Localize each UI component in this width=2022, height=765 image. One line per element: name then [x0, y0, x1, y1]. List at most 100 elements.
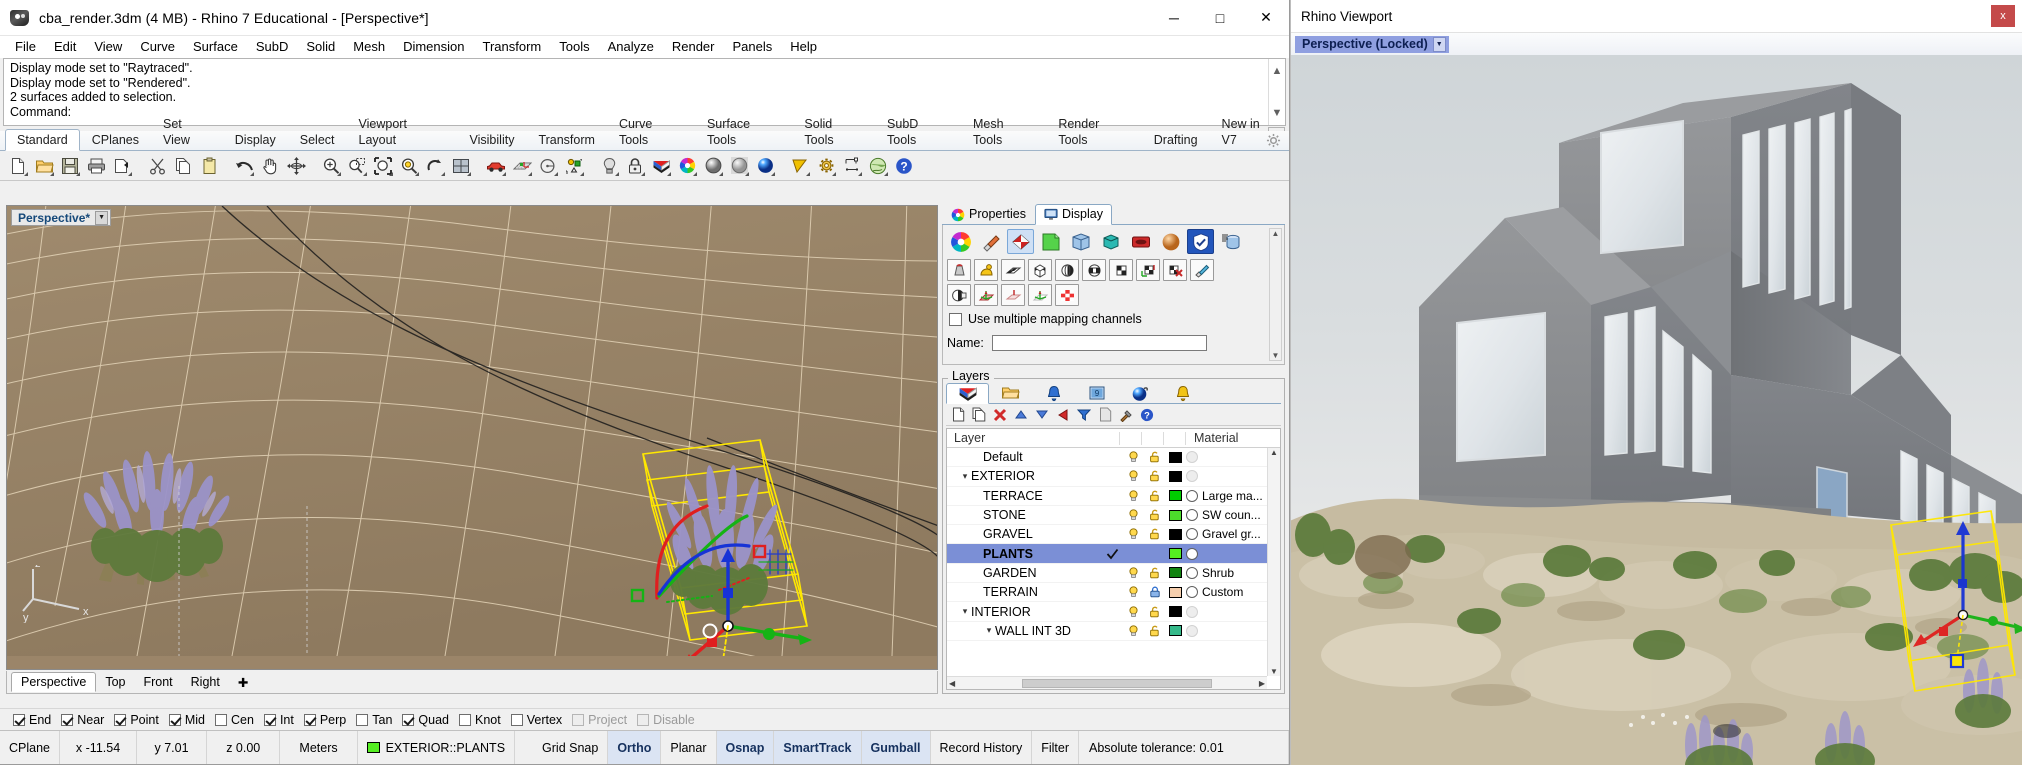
undo-icon[interactable]: [232, 154, 256, 178]
menu-render[interactable]: Render: [663, 37, 724, 57]
lock-icon[interactable]: [623, 154, 647, 178]
layer-row-garden[interactable]: GARDENShrub: [947, 564, 1280, 583]
color-wheel-icon[interactable]: [675, 154, 699, 178]
menu-tools[interactable]: Tools: [550, 37, 598, 57]
car-icon[interactable]: [484, 154, 508, 178]
mapping-surface-icon[interactable]: [974, 259, 998, 281]
filter-icon[interactable]: [1075, 406, 1093, 424]
scroll-down-icon[interactable]: ▼: [1272, 351, 1280, 360]
osnap-checkbox[interactable]: [13, 714, 25, 726]
toggle-gumball[interactable]: Gumball: [862, 731, 931, 764]
layer-color-swatch[interactable]: [1165, 490, 1186, 501]
layer-visibility-icon[interactable]: [1123, 606, 1144, 618]
chevron-down-icon[interactable]: ▼: [1433, 37, 1446, 52]
chevron-down-icon[interactable]: ▼: [95, 211, 108, 225]
mapping-none-icon[interactable]: [947, 259, 971, 281]
rendered-sphere-icon[interactable]: [753, 154, 777, 178]
toolbar-tab-visibility[interactable]: Visibility: [458, 129, 527, 150]
tools-hammer-icon[interactable]: [1117, 406, 1135, 424]
layer-row-gravel[interactable]: GRAVELGravel gr...: [947, 525, 1280, 544]
osnap-mid[interactable]: Mid: [166, 713, 212, 727]
menu-transform[interactable]: Transform: [473, 37, 550, 57]
toolbar-tab-cplanes[interactable]: CPlanes: [80, 129, 151, 150]
osnap-checkbox[interactable]: [511, 714, 523, 726]
camera-icon[interactable]: [1127, 229, 1154, 254]
toggle-filter[interactable]: Filter: [1032, 731, 1079, 764]
menu-analyze[interactable]: Analyze: [599, 37, 663, 57]
layer-visibility-icon[interactable]: [1123, 586, 1144, 598]
plus-icon[interactable]: ✚: [229, 673, 257, 692]
layer-visibility-icon[interactable]: [1123, 490, 1144, 502]
scroll-down-icon[interactable]: ▼: [1270, 667, 1278, 676]
osnap-tan[interactable]: Tan: [353, 713, 399, 727]
move-icon[interactable]: [284, 154, 308, 178]
layers-horizontal-scrollbar[interactable]: ◀ ▶: [947, 676, 1267, 689]
status-current-layer[interactable]: EXTERIOR::PLANTS: [358, 731, 515, 764]
layers-vertical-scrollbar[interactable]: ▲ ▼: [1267, 448, 1280, 676]
mapping-show-widget-icon[interactable]: [1028, 284, 1052, 306]
close-button[interactable]: ✕: [1243, 0, 1289, 36]
viewport-layout-icon[interactable]: [449, 154, 473, 178]
settings-gear-icon[interactable]: [814, 154, 838, 178]
layer-material-cell[interactable]: [1186, 625, 1266, 637]
minimize-button[interactable]: ─: [1151, 0, 1197, 36]
layer-visibility-icon[interactable]: [1123, 625, 1144, 637]
viewport-tab-top[interactable]: Top: [96, 673, 134, 691]
osnap-int[interactable]: Int: [261, 713, 301, 727]
copy-to-clipboard-icon[interactable]: [110, 154, 134, 178]
osnap-checkbox[interactable]: [356, 714, 368, 726]
layer-material-cell[interactable]: [1186, 470, 1266, 482]
scroll-up-icon[interactable]: ▲: [1270, 448, 1278, 457]
menu-surface[interactable]: Surface: [184, 37, 247, 57]
shaded-sphere-icon[interactable]: [701, 154, 725, 178]
layer-material-cell[interactable]: Large ma...: [1186, 489, 1266, 503]
paste-icon[interactable]: [197, 154, 221, 178]
layer-material-cell[interactable]: Gravel gr...: [1186, 527, 1266, 541]
osnap-vertex[interactable]: Vertex: [508, 713, 569, 727]
layer-stack-icon[interactable]: [1217, 229, 1244, 254]
layer-color-swatch[interactable]: [1165, 452, 1186, 463]
layer-current-cell[interactable]: [1102, 548, 1123, 560]
layer-color-swatch[interactable]: [1165, 471, 1186, 482]
toolbar-tab-set-view[interactable]: Set View: [151, 113, 223, 150]
rotate-view-icon[interactable]: [423, 154, 447, 178]
scroll-right-icon[interactable]: ▶: [1259, 679, 1265, 688]
layer-row-interior[interactable]: ▾INTERIOR: [947, 602, 1280, 621]
toolbar-tab-select[interactable]: Select: [288, 129, 347, 150]
viewport-tab-perspective[interactable]: Perspective: [11, 672, 96, 692]
osnap-checkbox[interactable]: [264, 714, 276, 726]
toolbar-tab-viewport-layout[interactable]: Viewport Layout: [347, 113, 458, 150]
toolbar-tab-surface-tools[interactable]: Surface Tools: [695, 113, 792, 150]
delete-layer-icon[interactable]: [991, 406, 1009, 424]
mapping-box-icon[interactable]: [1028, 259, 1052, 281]
maximize-button[interactable]: □: [1197, 0, 1243, 36]
layer-color-swatch[interactable]: [1165, 529, 1186, 540]
osnap-near[interactable]: Near: [58, 713, 111, 727]
arrow-left-icon[interactable]: [1054, 406, 1072, 424]
layer-row-plants[interactable]: PLANTS: [947, 544, 1280, 563]
menu-view[interactable]: View: [85, 37, 131, 57]
reflection-cube-icon[interactable]: [1067, 229, 1094, 254]
layer-row-exterior[interactable]: ▾EXTERIOR: [947, 467, 1280, 486]
mapping-capped-icon[interactable]: [947, 284, 971, 306]
toolbar-tab-subd-tools[interactable]: SubD Tools: [875, 113, 961, 150]
viewport-tab-front[interactable]: Front: [134, 673, 181, 691]
layer-color-swatch[interactable]: [1165, 567, 1186, 578]
material-brush-icon[interactable]: [977, 229, 1004, 254]
cut-scissors-icon[interactable]: [145, 154, 169, 178]
mapping-uv-icon[interactable]: [1136, 259, 1160, 281]
mapping-widget-icon[interactable]: [974, 284, 998, 306]
zoom-selected-icon[interactable]: [397, 154, 421, 178]
environment-icon[interactable]: [1097, 229, 1124, 254]
copy-icon[interactable]: [171, 154, 195, 178]
new-layer-icon[interactable]: [949, 406, 967, 424]
move-down-icon[interactable]: [1033, 406, 1051, 424]
multi-mapping-channels-checkbox[interactable]: [949, 313, 962, 326]
layer-row-terrain[interactable]: TERRAINCustom: [947, 583, 1280, 602]
yellow-bell-icon[interactable]: [1161, 382, 1204, 403]
layer-color-swatch[interactable]: [1165, 606, 1186, 617]
toolbar-tab-standard[interactable]: Standard: [5, 129, 80, 151]
mapping-delete-icon[interactable]: [1163, 259, 1187, 281]
mapping-plane-widget-icon[interactable]: [1001, 284, 1025, 306]
menu-panels[interactable]: Panels: [723, 37, 781, 57]
